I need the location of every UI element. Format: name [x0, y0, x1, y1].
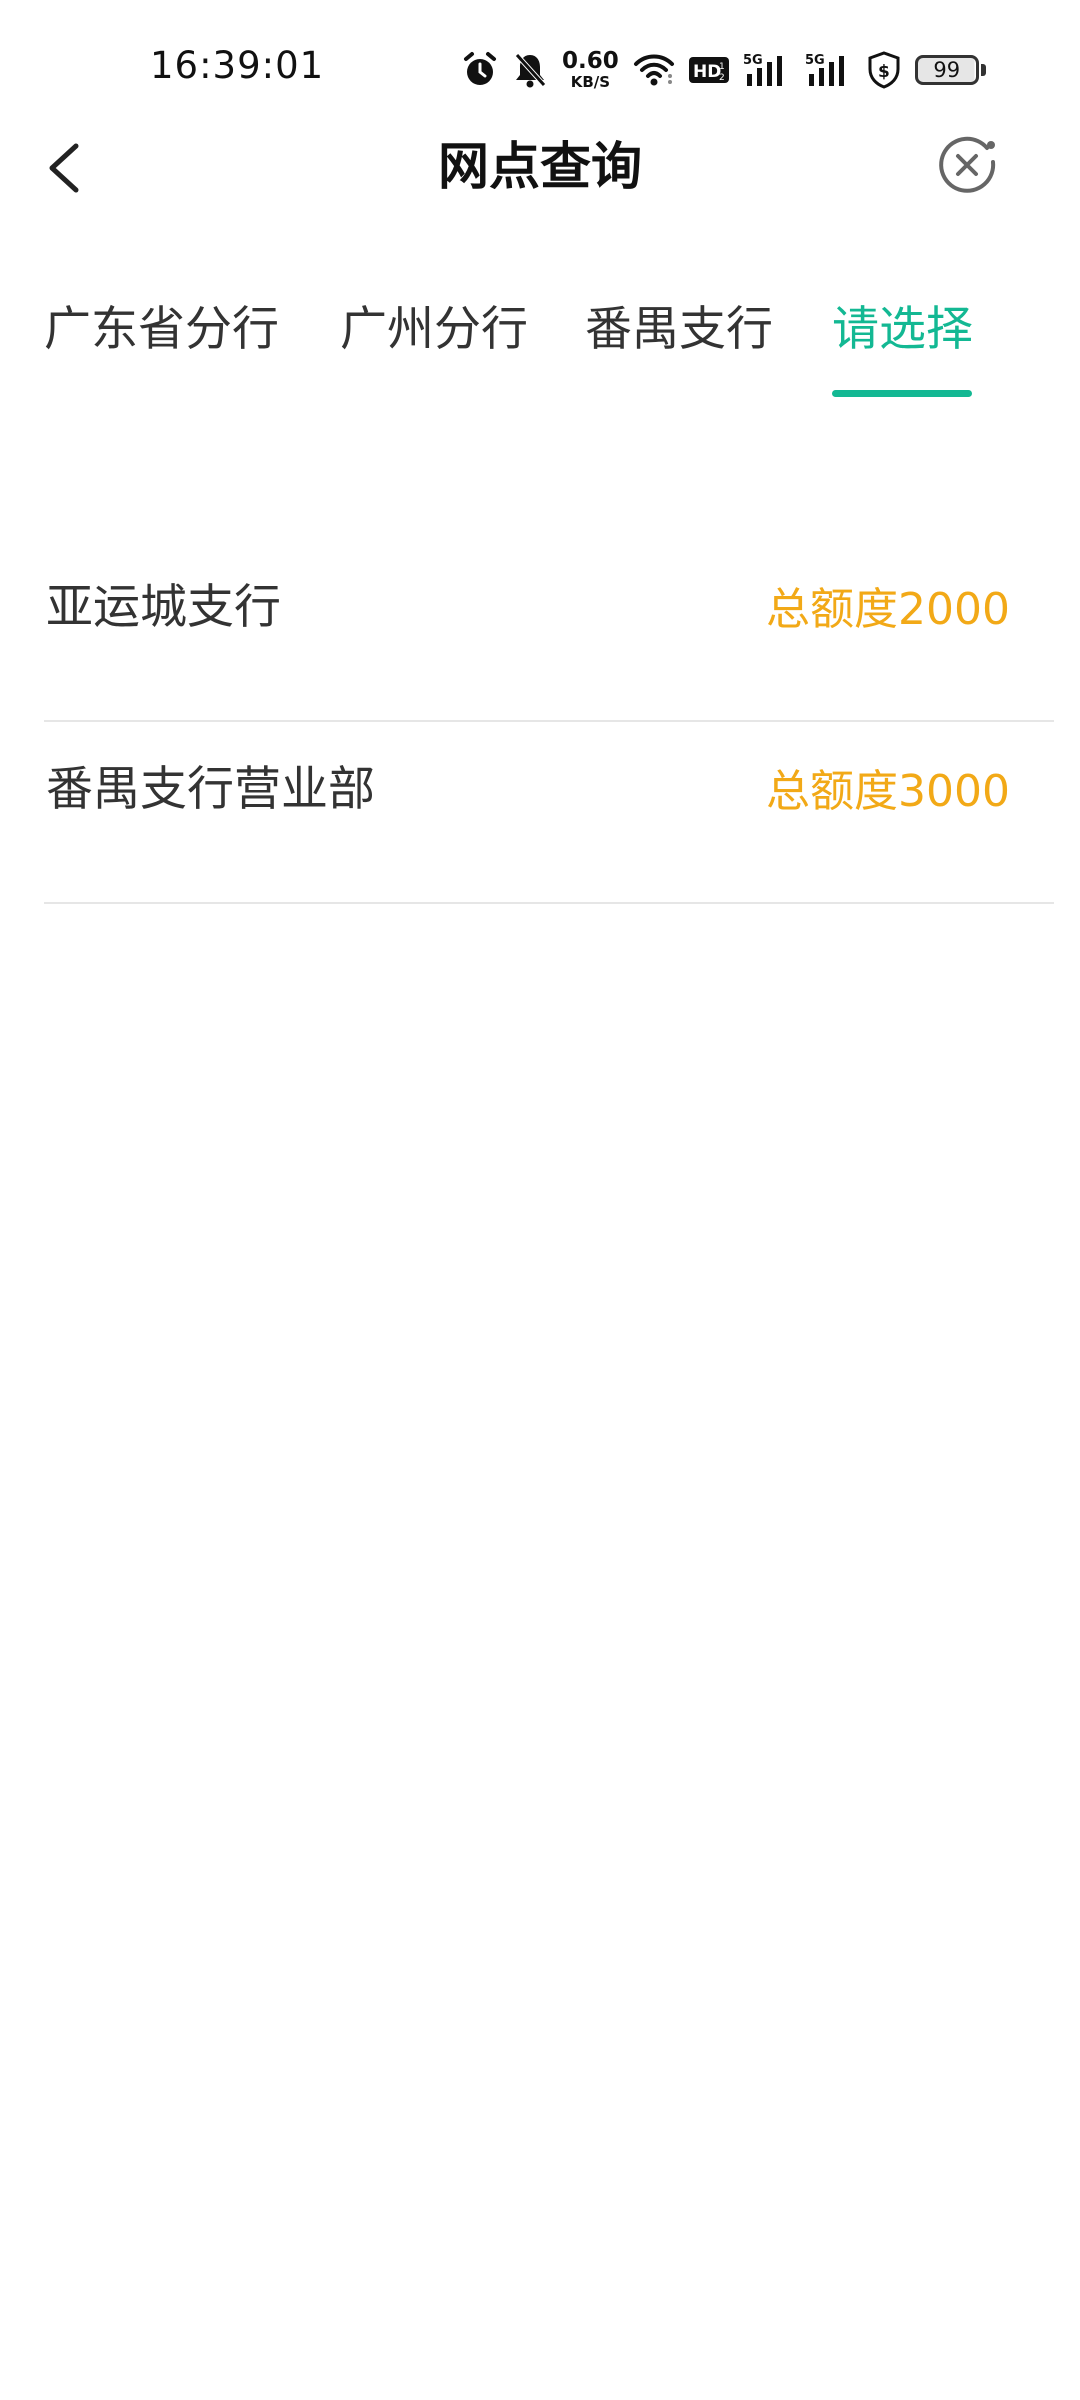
- branch-quota: 总额度3000: [766, 766, 1010, 817]
- svg-text:5G: 5G: [743, 53, 763, 68]
- list-item[interactable]: 亚运城支行 总额度2000: [44, 540, 1054, 722]
- bell-off-icon: [512, 51, 548, 89]
- signal-5g-icon: 5G: [805, 52, 853, 88]
- svg-text:$: $: [878, 62, 890, 82]
- net-speed-value: 0.60: [562, 48, 619, 74]
- close-circle-icon: [939, 136, 996, 193]
- screen: 16:39:01 0.60 KB/S HD 1 2 5G 5G $ 99 网点查…: [0, 0, 1080, 2400]
- page-title: 网点查询: [437, 138, 642, 197]
- tab-district[interactable]: 番禺支行: [585, 300, 773, 360]
- battery-icon: 99: [914, 55, 986, 85]
- branch-quota: 总额度2000: [766, 584, 1010, 635]
- header: 网点查询: [0, 118, 1080, 218]
- status-icons: 0.60 KB/S HD 1 2 5G 5G $ 99: [462, 48, 986, 92]
- branch-name: 亚运城支行: [46, 580, 281, 635]
- status-time: 16:39:01: [150, 44, 325, 87]
- net-speed-unit: KB/S: [570, 73, 611, 91]
- battery-level: 99: [914, 55, 979, 85]
- tab-select[interactable]: 请选择: [832, 300, 973, 360]
- tab-province[interactable]: 广东省分行: [44, 300, 279, 360]
- signal-5g-icon: 5G: [743, 52, 791, 88]
- tab-city[interactable]: 广州分行: [340, 300, 528, 360]
- tab-indicator: [832, 390, 972, 397]
- branch-name: 番禺支行营业部: [46, 762, 375, 817]
- wifi-icon: [633, 52, 675, 88]
- region-tabs: 广东省分行 广州分行 番禺支行 请选择: [0, 290, 1080, 410]
- svg-text:2: 2: [719, 73, 725, 83]
- shield-dollar-icon: $: [867, 51, 901, 89]
- battery-tip: [980, 64, 986, 76]
- svg-text:HD: HD: [693, 62, 721, 82]
- branch-list: 亚运城支行 总额度2000 番禺支行营业部 总额度3000: [44, 540, 1054, 904]
- net-speed: 0.60 KB/S: [562, 50, 619, 90]
- close-button[interactable]: [935, 134, 1001, 200]
- list-item[interactable]: 番禺支行营业部 总额度3000: [44, 722, 1054, 904]
- hd-voice-icon: HD 1 2: [688, 55, 729, 85]
- alarm-icon: [462, 51, 498, 89]
- svg-text:1: 1: [719, 62, 725, 72]
- svg-text:5G: 5G: [805, 53, 825, 68]
